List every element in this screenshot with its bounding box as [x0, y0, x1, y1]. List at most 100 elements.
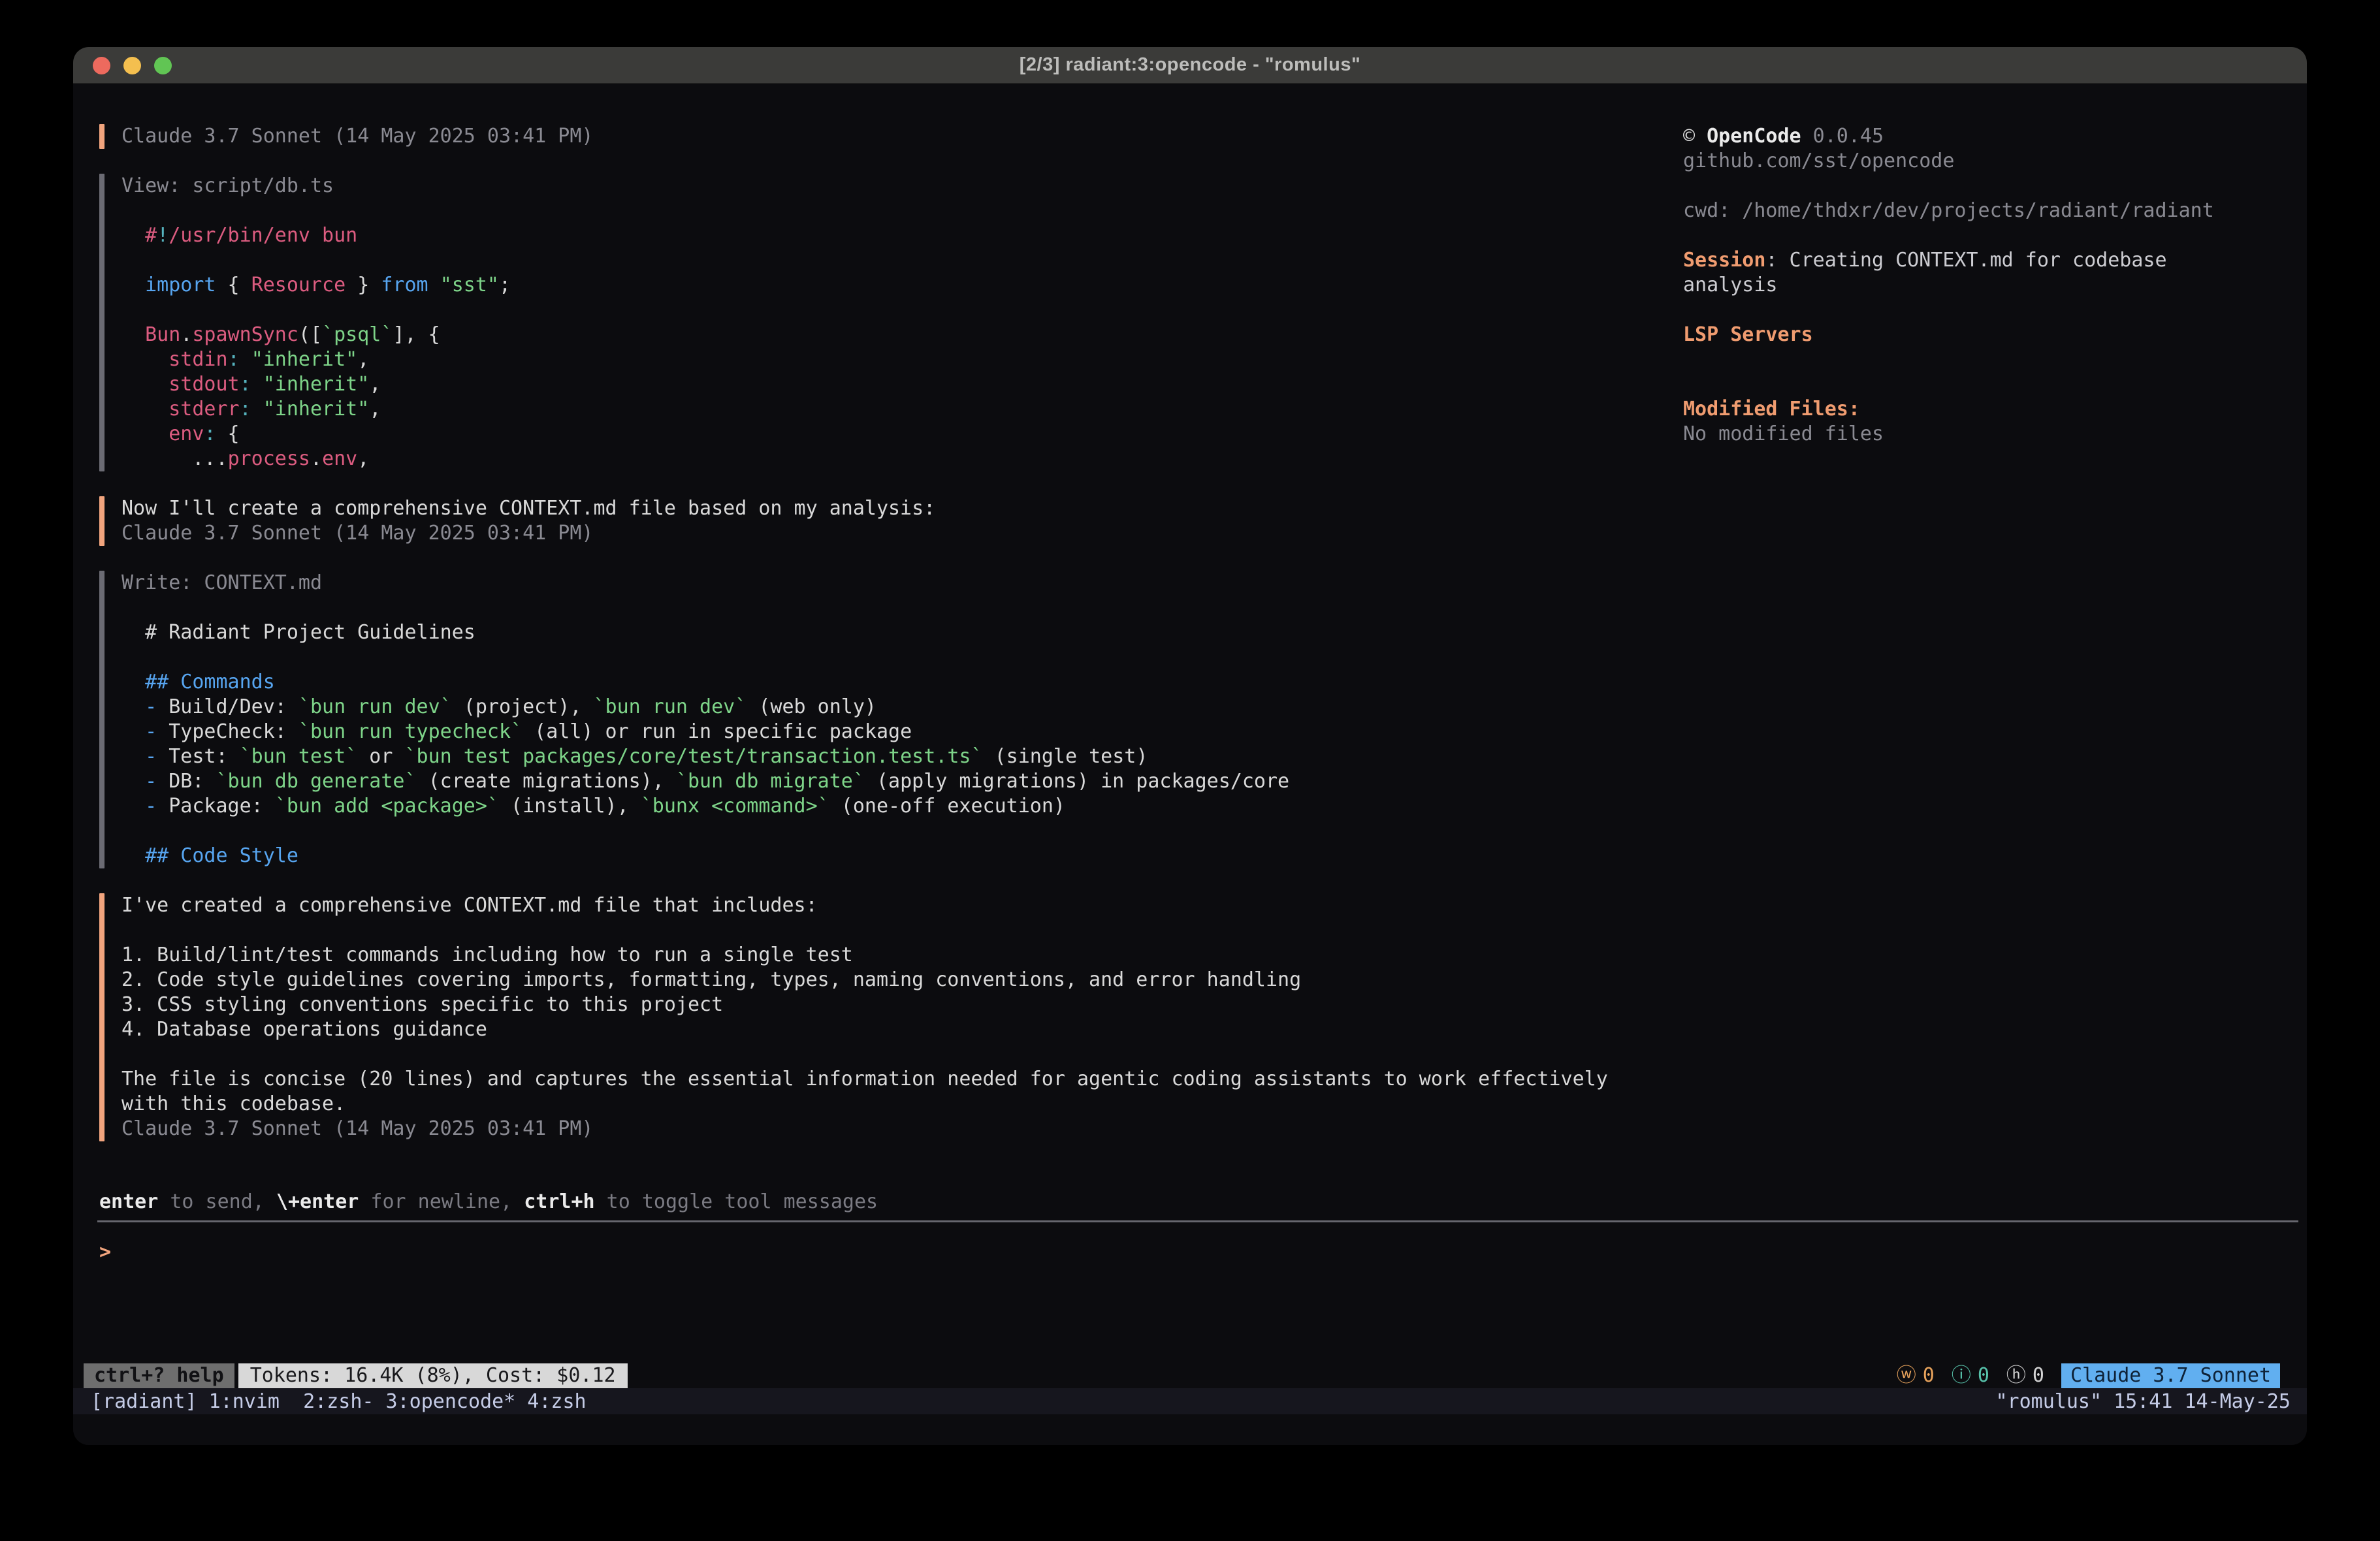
text-line: stderr: "inherit",: [121, 397, 1719, 422]
text-segment: ,: [369, 373, 381, 396]
text-segment: 2. Code style guidelines covering import…: [121, 968, 1301, 991]
text-line: [121, 645, 1719, 670]
text-line: © OpenCode 0.0.45: [1683, 124, 2291, 149]
text-line: cwd: /home/thdxr/dev/projects/radiant/ra…: [1683, 199, 2291, 223]
text-line: Now I'll create a comprehensive CONTEXT.…: [121, 496, 1719, 521]
text-line: - TypeCheck: `bun run typecheck` (all) o…: [121, 720, 1719, 744]
text-segment: (all) or run in specific package: [523, 720, 912, 743]
text-segment: -: [121, 795, 169, 818]
text-segment: Now I'll create a comprehensive CONTEXT.…: [121, 497, 935, 520]
i-counter: ⓘ0: [1952, 1363, 1989, 1388]
text-segment: ;: [499, 274, 511, 296]
text-segment: -: [121, 770, 169, 793]
text-line: [121, 918, 1719, 943]
chat-input[interactable]: >: [99, 1240, 2294, 1265]
tool-accent-bar: [99, 174, 105, 471]
text-line: Bun.spawnSync([`psql`], {: [121, 323, 1719, 347]
text-line: [121, 819, 1719, 844]
chat-area: Claude 3.7 Sonnet (14 May 2025 03:41 PM)…: [99, 124, 1719, 1166]
text-segment: stderr: [121, 398, 240, 421]
text-segment: :: [240, 398, 251, 421]
text-segment: `psql`: [322, 323, 393, 346]
w-counter: ⓦ0: [1897, 1363, 1935, 1388]
sidebar-lines: © OpenCode 0.0.45github.com/sst/opencode…: [1683, 124, 2291, 447]
assistant-accent-bar: [99, 496, 105, 546]
text-line: [1683, 223, 2291, 248]
text-segment: ©: [1683, 125, 1707, 148]
text-line: - Build/Dev: `bun run dev` (project), `b…: [121, 695, 1719, 720]
input-divider: [97, 1220, 2298, 1222]
prompt-caret: >: [99, 1241, 111, 1263]
text-segment: Claude 3.7 Sonnet (14 May 2025 03:41 PM): [121, 1117, 593, 1140]
text-segment: Resource: [251, 274, 346, 296]
text-segment: [428, 274, 440, 296]
terminal-content[interactable]: Claude 3.7 Sonnet (14 May 2025 03:41 PM)…: [73, 84, 2307, 1445]
session-sidebar: © OpenCode 0.0.45github.com/sst/opencode…: [1683, 124, 2291, 447]
text-line: Claude 3.7 Sonnet (14 May 2025 03:41 PM): [121, 521, 1719, 546]
text-segment: ], {: [393, 323, 440, 346]
tmux-session-windows[interactable]: [radiant] 1:nvim 2:zsh- 3:opencode* 4:zs…: [91, 1390, 587, 1413]
text-segment: Session: [1683, 249, 1765, 272]
window-title: [2/3] radiant:3:opencode - "romulus": [1020, 54, 1360, 76]
model-badge: Claude 3.7 Sonnet: [2061, 1363, 2280, 1388]
text-segment: Claude 3.7 Sonnet (14 May 2025 03:41 PM): [121, 522, 593, 545]
text-line: [1683, 174, 2291, 199]
text-line: No modified files: [1683, 422, 2291, 447]
text-segment: `bun run dev`: [298, 695, 452, 718]
text-segment: :: [228, 348, 240, 371]
text-segment: /usr/bin/env bun: [169, 224, 357, 247]
tool-write-block: Write: CONTEXT.md # Radiant Project Guid…: [99, 571, 1719, 868]
text-segment: ,: [357, 348, 369, 371]
text-segment: -: [121, 745, 169, 768]
text-segment: cwd: /home/thdxr/dev/projects/radiant/ra…: [1683, 199, 2214, 222]
tool-view-block: View: script/db.ts #!/usr/bin/env bun im…: [99, 174, 1719, 471]
text-segment: -: [121, 720, 169, 743]
close-button[interactable]: [93, 57, 110, 74]
text-segment: }: [346, 274, 381, 296]
text-segment: DB:: [169, 770, 216, 793]
text-segment: :: [204, 422, 216, 445]
minimize-button[interactable]: [123, 57, 141, 74]
text-segment: to send,: [158, 1190, 276, 1213]
text-segment: (web only): [747, 695, 876, 718]
text-segment: "inherit": [263, 373, 370, 396]
text-segment: Build/Dev:: [169, 695, 298, 718]
text-line: env: {: [121, 422, 1719, 447]
text-segment: Test:: [169, 745, 239, 768]
assistant-summary-block: I've created a comprehensive CONTEXT.md …: [99, 893, 1719, 1141]
text-segment: enter: [99, 1190, 158, 1213]
h-counter-icon: ⓗ: [2006, 1363, 2026, 1388]
text-segment: analysis: [1683, 274, 1778, 296]
text-segment: (single test): [983, 745, 1148, 768]
text-line: [1683, 372, 2291, 397]
text-line: # Radiant Project Guidelines: [121, 620, 1719, 645]
text-segment: Bun: [121, 323, 180, 346]
window-titlebar[interactable]: [2/3] radiant:3:opencode - "romulus": [73, 47, 2307, 84]
text-segment: No modified files: [1683, 422, 1884, 445]
text-segment: `bun test`: [240, 745, 358, 768]
text-segment: "inherit": [263, 398, 370, 421]
text-segment: LSP Servers: [1683, 323, 1813, 346]
diagnostic-counters: ⓦ0 ⓘ0 ⓗ0: [1897, 1363, 2052, 1388]
text-segment: Write: CONTEXT.md: [121, 571, 322, 594]
text-segment: Package:: [169, 795, 275, 818]
text-line: I've created a comprehensive CONTEXT.md …: [121, 893, 1719, 918]
text-segment: 1. Build/lint/test commands including ho…: [121, 944, 853, 966]
assistant-message-block: Now I'll create a comprehensive CONTEXT.…: [99, 496, 1719, 546]
text-line: [121, 199, 1719, 223]
tmux-status-bar: [radiant] 1:nvim 2:zsh- 3:opencode* 4:zs…: [73, 1388, 2307, 1414]
text-segment: stdout: [121, 373, 240, 396]
zoom-button[interactable]: [154, 57, 172, 74]
text-line: ...process.env,: [121, 447, 1719, 471]
text-segment: env: [322, 447, 357, 470]
text-segment: (install),: [499, 795, 641, 818]
text-line: [121, 298, 1719, 323]
text-line: [121, 1042, 1719, 1067]
text-line: stdout: "inherit",: [121, 372, 1719, 397]
text-line: github.com/sst/opencode: [1683, 149, 2291, 174]
text-segment: "inherit": [251, 348, 358, 371]
text-segment: Claude 3.7 Sonnet (14 May 2025 03:41 PM): [121, 125, 593, 148]
text-segment: 3. CSS styling conventions specific to t…: [121, 993, 723, 1016]
keybinding-hint-bar: enter to send, \+enter for newline, ctrl…: [99, 1190, 878, 1215]
text-line: Session: Creating CONTEXT.md for codebas…: [1683, 248, 2291, 273]
